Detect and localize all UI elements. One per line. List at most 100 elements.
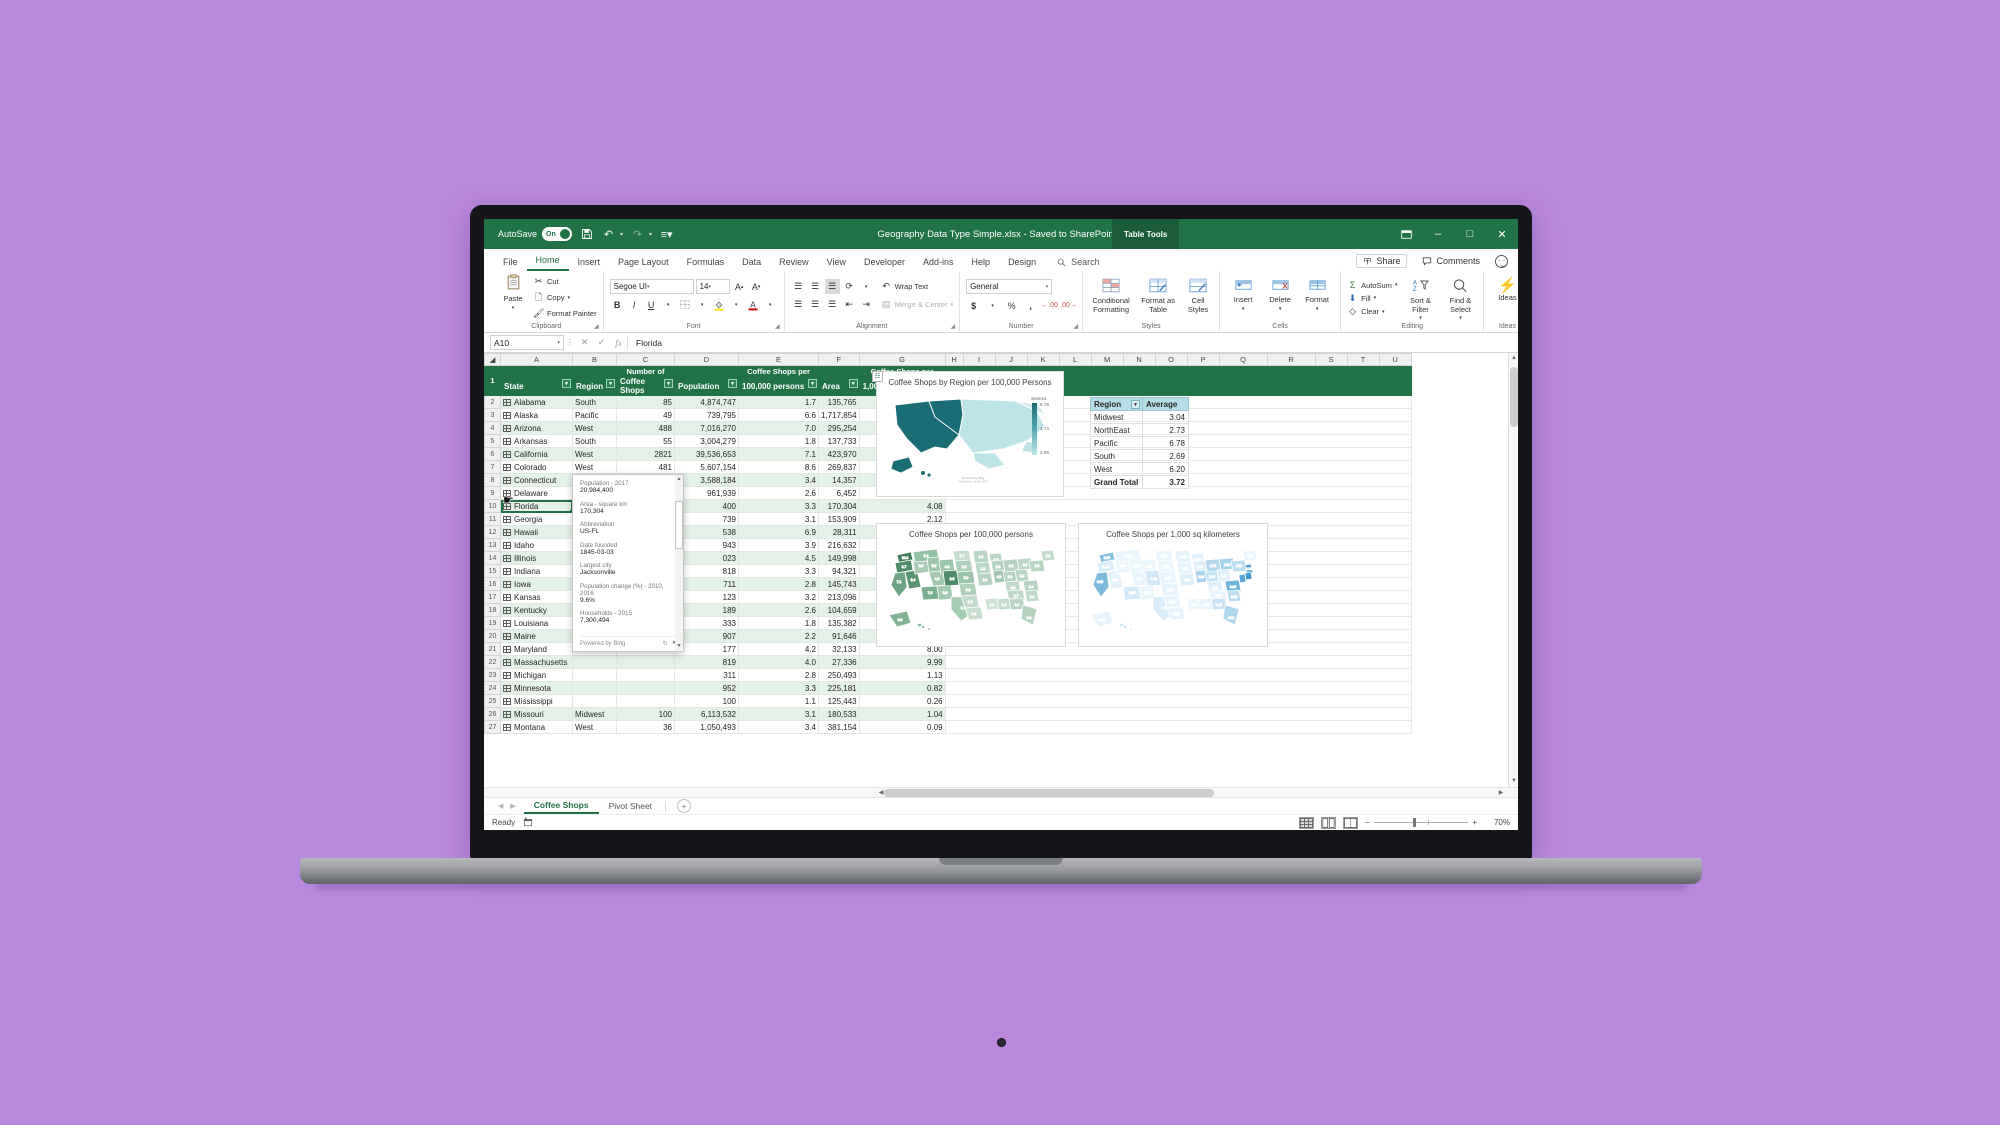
cell-area[interactable]: 170,304 xyxy=(818,499,860,513)
percent-style-button[interactable]: % xyxy=(1004,298,1019,313)
tab-add-ins[interactable]: Add-ins xyxy=(914,255,963,271)
row-header-1[interactable]: 1 xyxy=(484,365,501,396)
cell-per-100k[interactable]: 7.0 xyxy=(738,421,819,435)
cell-per-100k[interactable]: 2.8 xyxy=(738,577,819,591)
row-header[interactable]: 3 xyxy=(484,408,501,422)
cell-area[interactable]: 250,493 xyxy=(818,668,860,682)
cell-population[interactable]: 6,113,532 xyxy=(674,707,739,721)
cell-area[interactable]: 27,336 xyxy=(818,655,860,669)
row-header[interactable]: 12 xyxy=(484,525,501,539)
wrap-text-button[interactable]: ↶ Wrap Text xyxy=(881,281,928,292)
cell-area[interactable]: 423,970 xyxy=(818,447,860,461)
cell-area[interactable]: 135,765 xyxy=(818,395,860,409)
row-header[interactable]: 17 xyxy=(484,590,501,604)
sheet-nav-prev-icon[interactable]: ◀ xyxy=(498,802,503,810)
cell-population[interactable]: 952 xyxy=(674,681,739,695)
cell-shops[interactable] xyxy=(616,655,675,669)
tab-formulas[interactable]: Formulas xyxy=(678,255,734,271)
row-header[interactable]: 5 xyxy=(484,434,501,448)
vertical-scrollbar[interactable]: ▲ ▼ xyxy=(1508,353,1518,787)
cell-per-100k[interactable]: 1.8 xyxy=(738,434,819,448)
cell-per-100k[interactable]: 3.2 xyxy=(738,590,819,604)
zoom-level[interactable]: 70% xyxy=(1484,818,1510,827)
sort-filter-button[interactable]: AZ Sort & Filter ▾ xyxy=(1402,278,1438,321)
cell-population[interactable]: 818 xyxy=(674,564,739,578)
cell-shops[interactable] xyxy=(616,668,675,682)
redo-icon[interactable]: ↷ xyxy=(630,227,645,242)
cell-population[interactable]: 123 xyxy=(674,590,739,604)
normal-view-icon[interactable] xyxy=(1299,816,1314,829)
insert-dropdown-icon[interactable]: ▾ xyxy=(1242,306,1245,312)
cell-blank[interactable] xyxy=(944,720,1412,734)
cell-styles-button[interactable]: Cell Styles xyxy=(1183,278,1213,314)
column-header-u[interactable]: U xyxy=(1378,353,1412,366)
cell-state[interactable]: Georgia xyxy=(500,512,573,526)
cell-population[interactable]: 3,004,279 xyxy=(674,434,739,448)
font-dialog-launcher-icon[interactable]: ◢ xyxy=(775,323,780,330)
cell-area[interactable]: 104,659 xyxy=(818,603,860,617)
cell-state[interactable]: California xyxy=(500,447,573,461)
cell-shops[interactable]: 85 xyxy=(616,395,675,409)
select-all-corner[interactable]: ◢ xyxy=(484,353,501,366)
pivot-row[interactable]: South 2.69 xyxy=(1090,449,1189,463)
scroll-right-icon[interactable]: ▶ xyxy=(1496,788,1506,797)
cell-per-100k[interactable]: 8.6 xyxy=(738,460,819,474)
cell-population[interactable]: 907 xyxy=(674,629,739,643)
row-header[interactable]: 2 xyxy=(484,395,501,409)
pivot-row-label[interactable]: Midwest xyxy=(1090,410,1143,424)
insert-cells-button[interactable]: Insert ▾ xyxy=(1226,278,1260,312)
tab-review[interactable]: Review xyxy=(770,255,818,271)
pivot-row-value[interactable]: 2.73 xyxy=(1142,423,1189,437)
row-header[interactable]: 11 xyxy=(484,512,501,526)
cell-per-1000km[interactable]: 1.13 xyxy=(858,668,946,682)
pivot-row[interactable]: West 6.20 xyxy=(1090,462,1189,476)
cell-per-1000km[interactable]: 0.82 xyxy=(858,681,946,695)
alignment-dialog-launcher-icon[interactable]: ◢ xyxy=(950,323,955,330)
column-header-f[interactable]: F xyxy=(818,353,860,366)
table-row[interactable]: 25 Mississippi 100 1.1 125,443 0.26 xyxy=(484,694,1412,708)
column-header-t[interactable]: T xyxy=(1346,353,1380,366)
cell-state[interactable]: Missouri xyxy=(500,707,573,721)
customize-qat-icon[interactable]: ≡▾ xyxy=(659,227,674,242)
row-header[interactable]: 18 xyxy=(484,603,501,617)
chart-region-filled-map[interactable]: Coffee Shops by Region per 100,000 Perso… xyxy=(876,371,1064,497)
currency-dropdown-icon[interactable]: ▾ xyxy=(985,298,1000,313)
cell-state[interactable]: Iowa xyxy=(500,577,573,591)
pivot-header-region[interactable]: Region ▾ xyxy=(1090,397,1143,411)
cell-state[interactable]: Louisiana xyxy=(500,616,573,630)
autosave-control[interactable]: AutoSave On xyxy=(498,227,573,241)
cell-state[interactable]: Montana xyxy=(500,720,573,734)
cell-population[interactable]: 023 xyxy=(674,551,739,565)
cell-per-1000km[interactable]: 9.99 xyxy=(858,655,946,669)
cell-state[interactable]: Kentucky xyxy=(500,603,573,617)
cell-per-100k[interactable]: 2.8 xyxy=(738,668,819,682)
cell-population[interactable]: 819 xyxy=(674,655,739,669)
grow-font-button[interactable]: A ▴ xyxy=(732,279,747,294)
header-shops[interactable]: Coffee Shops ▾ xyxy=(616,376,675,396)
tab-developer[interactable]: Developer xyxy=(855,255,914,271)
row-header[interactable]: 27 xyxy=(484,720,501,734)
cell-population[interactable]: 177 xyxy=(674,642,739,656)
row-header[interactable]: 20 xyxy=(484,629,501,643)
column-header-k[interactable]: K xyxy=(1026,353,1060,366)
cell-population[interactable]: 333 xyxy=(674,616,739,630)
tab-home[interactable]: Home xyxy=(526,253,569,271)
clear-dropdown-icon[interactable]: ▾ xyxy=(1382,309,1385,315)
card-scrollbar[interactable]: ▲ ▼ xyxy=(675,475,683,651)
cut-button[interactable]: ✂ Cut xyxy=(533,276,597,287)
column-header-g[interactable]: G xyxy=(858,353,946,366)
column-header-q[interactable]: Q xyxy=(1218,353,1268,366)
cell-population[interactable]: 1,050,493 xyxy=(674,720,739,734)
zoom-in-button[interactable]: + xyxy=(1472,818,1477,827)
cell-per-100k[interactable]: 4.2 xyxy=(738,642,819,656)
comments-button[interactable]: Comments xyxy=(1416,255,1486,267)
cell-area[interactable]: 145,743 xyxy=(818,577,860,591)
cell-per-100k[interactable]: 3.4 xyxy=(738,720,819,734)
cell-population[interactable]: 739,795 xyxy=(674,408,739,422)
cell-area[interactable]: 213,096 xyxy=(818,590,860,604)
cell-area[interactable]: 225,181 xyxy=(818,681,860,695)
column-header-j[interactable]: J xyxy=(994,353,1028,366)
smiley-icon[interactable] xyxy=(1495,254,1508,268)
fill-color-dropdown-icon[interactable]: ▾ xyxy=(729,297,744,312)
copy-button[interactable]: 🗋 Copy ▾ xyxy=(533,290,597,306)
